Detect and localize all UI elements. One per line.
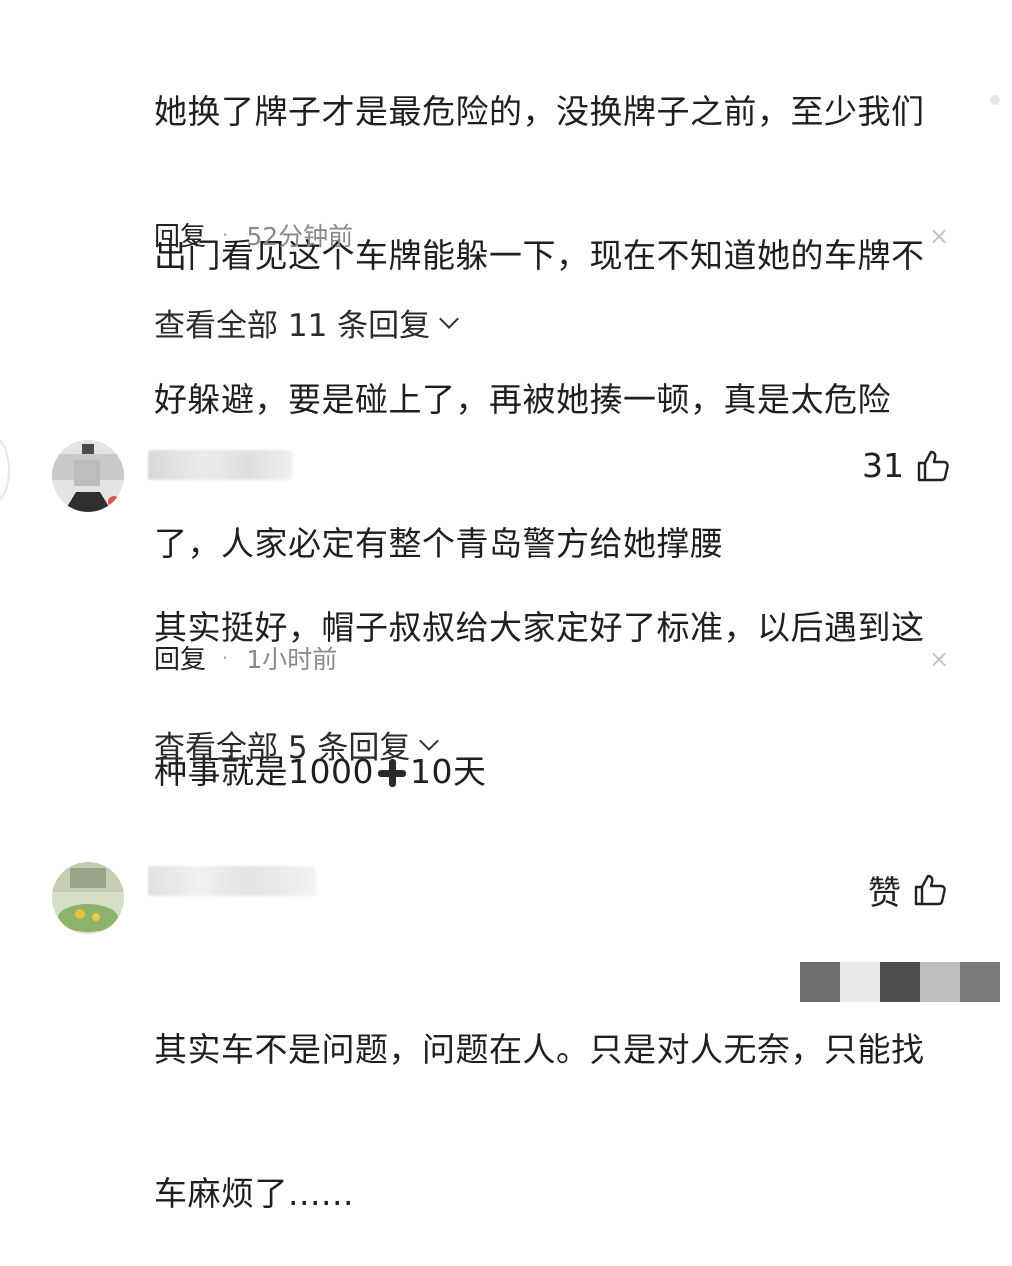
view-replies-label: 查看全部 5 条回复 <box>154 730 411 766</box>
comment-2-text: 其实挺好，帽子叔叔给大家定好了标准，以后遇到这 种事就是1000 10天 <box>154 508 925 844</box>
left-edge-decoration <box>0 438 10 502</box>
chevron-down-icon <box>419 730 440 751</box>
comment-2-meta: 回复 · 1小时前 <box>154 639 337 676</box>
avatar-image <box>52 440 124 512</box>
watermark <box>800 962 1000 1002</box>
close-icon[interactable]: × <box>929 645 949 673</box>
comment-1-meta: 回复 · 52分钟前 <box>154 216 353 253</box>
separator-dot: · <box>222 222 229 247</box>
like-button[interactable]: 赞 <box>868 866 947 914</box>
chevron-down-icon <box>439 308 460 329</box>
timestamp: 52分钟前 <box>246 221 354 251</box>
username[interactable] <box>148 866 316 896</box>
like-label: 赞 <box>868 873 901 912</box>
comment-3-line: 其实车不是问题，问题在人。只是对人无奈，只能找 <box>154 1030 925 1069</box>
separator-dot: · <box>222 645 229 670</box>
thumbs-up-icon <box>917 450 949 481</box>
view-all-replies-button[interactable]: 查看全部 5 条回复 <box>154 722 440 767</box>
view-replies-label: 查看全部 11 条回复 <box>154 308 431 344</box>
reply-button[interactable]: 回复 <box>154 216 206 253</box>
comment-1-line: 她换了牌子才是最危险的，没换牌子之前，至少我们 <box>154 92 925 131</box>
like-button[interactable]: 31 <box>862 446 950 485</box>
view-all-replies-button[interactable]: 查看全部 11 条回复 <box>154 300 460 345</box>
like-count: 31 <box>862 446 904 485</box>
comment-1-line: 好躲避，要是碰上了，再被她揍一顿，真是太危险 <box>154 380 891 419</box>
close-icon[interactable]: × <box>929 222 949 250</box>
username[interactable] <box>148 450 292 480</box>
comment-3-line: 车麻烦了...... <box>154 1174 354 1213</box>
reply-button[interactable]: 回复 <box>154 639 206 676</box>
thumbs-up-icon <box>914 874 946 906</box>
timestamp: 1小时前 <box>246 644 338 674</box>
avatar[interactable] <box>52 440 124 512</box>
avatar[interactable] <box>52 862 124 934</box>
edge-dot <box>990 95 1000 105</box>
avatar-image <box>52 862 124 934</box>
